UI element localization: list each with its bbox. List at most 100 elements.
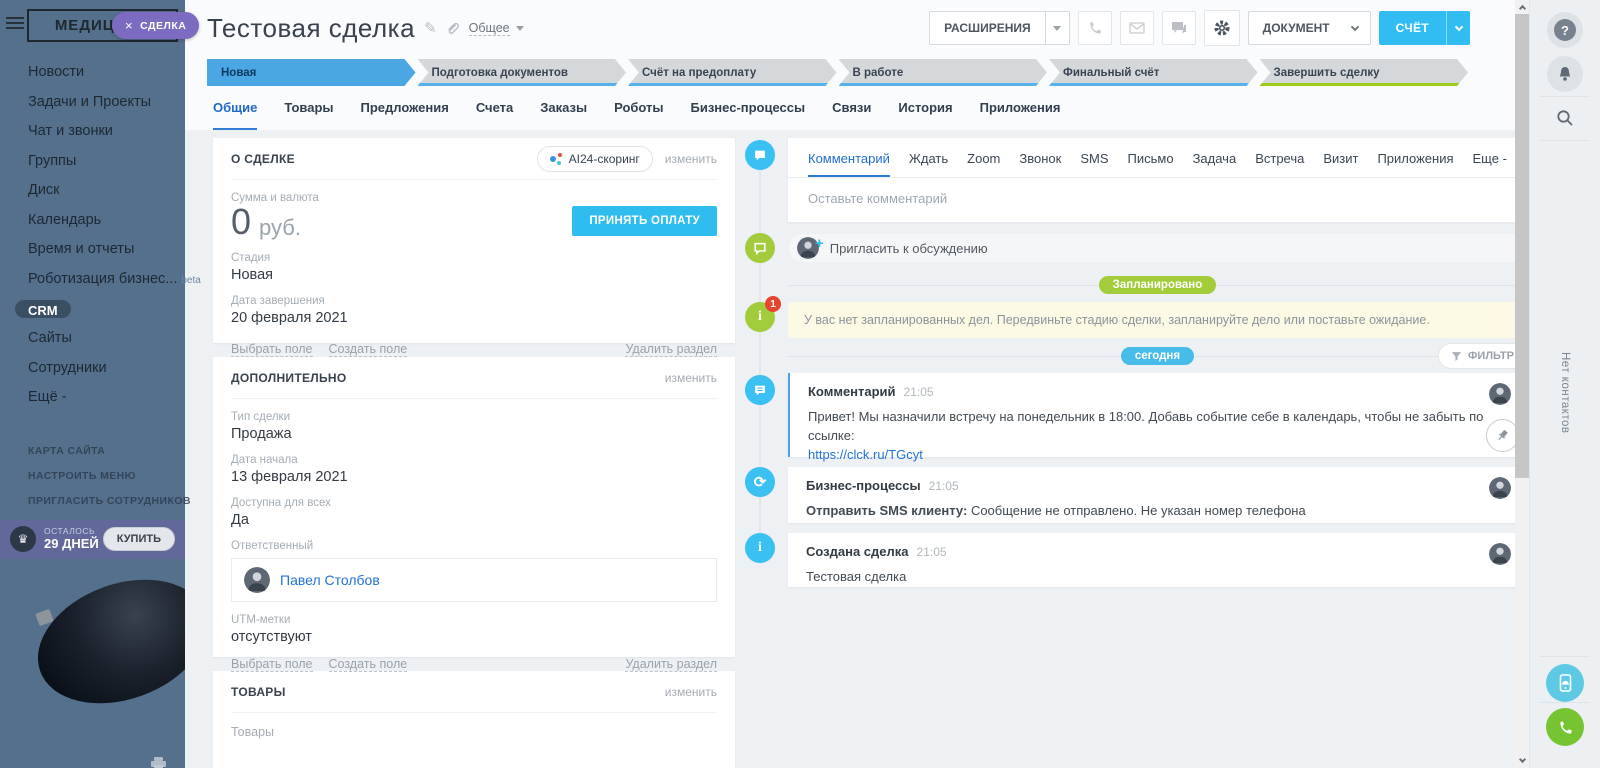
tab-history[interactable]: История: [898, 100, 952, 130]
stage-in-progress[interactable]: В работе: [839, 59, 1048, 86]
compose-tab-call[interactable]: Звонок: [1019, 151, 1061, 177]
business-process-icon: ⟳: [745, 467, 775, 497]
help-button[interactable]: ?: [1547, 12, 1583, 48]
sidebar-item-employees[interactable]: Сотрудники: [28, 360, 185, 376]
comment-input[interactable]: Оставьте комментарий: [788, 178, 1515, 219]
today-separator: сегодня ФИЛЬТР: [788, 347, 1515, 365]
stage-value[interactable]: Новая: [231, 267, 717, 283]
chevron-down-icon[interactable]: [516, 26, 524, 31]
invoice-dropdown[interactable]: [1446, 11, 1470, 45]
scroll-down-arrow[interactable]: [1515, 754, 1529, 768]
stage-new[interactable]: Новая: [207, 59, 416, 86]
add-user-icon[interactable]: +: [815, 235, 824, 252]
tab-orders[interactable]: Заказы: [540, 100, 587, 130]
invoice-button[interactable]: СЧЁТ: [1379, 11, 1470, 45]
compose-tab-sms[interactable]: SMS: [1080, 151, 1108, 177]
search-icon: [1556, 109, 1574, 127]
tab-general[interactable]: Общие: [213, 100, 257, 130]
scrollbar-thumb[interactable]: [1515, 14, 1529, 478]
pin-button[interactable]: [1486, 419, 1515, 452]
invite-employees-link[interactable]: ПРИГЛАСИТЬ СОТРУДНИКОВ: [28, 495, 185, 507]
stage-docs[interactable]: Подготовка документов: [418, 59, 627, 86]
compose-tab-letter[interactable]: Письмо: [1128, 151, 1174, 177]
sidebar-item-calendar[interactable]: Календарь: [28, 212, 185, 228]
sidebar-item-more[interactable]: Ещё -: [28, 389, 185, 405]
edit-additional-link[interactable]: изменить: [665, 371, 717, 385]
configure-menu-link[interactable]: НАСТРОИТЬ МЕНЮ: [28, 470, 185, 482]
email-button[interactable]: [1120, 11, 1154, 45]
compose-tab-zoom[interactable]: Zoom: [967, 151, 1000, 177]
printer-icon[interactable]: [150, 756, 167, 768]
sidebar-item-sites[interactable]: Сайты: [28, 330, 185, 346]
sidebar-item-time-reports[interactable]: Время и отчеты: [28, 241, 185, 257]
create-field-link[interactable]: Создать поле: [329, 342, 408, 357]
notifications-button[interactable]: [1547, 56, 1583, 92]
responsible-user-link[interactable]: Павел Столбов: [280, 572, 380, 588]
call-button[interactable]: [1078, 11, 1112, 45]
tab-products[interactable]: Товары: [284, 100, 333, 130]
settings-gear-icon[interactable]: [1204, 10, 1240, 46]
close-date-value[interactable]: 20 февраля 2021: [231, 310, 717, 326]
sidebar-item-news[interactable]: Новости: [28, 64, 185, 80]
sidebar-item-crm-active[interactable]: CRM: [15, 300, 71, 318]
deal-chip[interactable]: × СДЕЛКА: [112, 12, 199, 39]
deal-chip-label: СДЕЛКА: [140, 20, 186, 32]
mobile-app-button[interactable]: [1546, 664, 1584, 702]
edit-products-link[interactable]: изменить: [665, 685, 717, 699]
extensions-dropdown[interactable]: [1045, 12, 1069, 44]
search-button[interactable]: [1547, 100, 1583, 136]
extensions-button[interactable]: РАСШИРЕНИЯ: [929, 11, 1070, 45]
accept-payment-button[interactable]: ПРИНЯТЬ ОПЛАТУ: [572, 206, 717, 236]
filter-button[interactable]: ФИЛЬТР: [1438, 343, 1515, 369]
compose-tab-more[interactable]: Еще -: [1473, 151, 1507, 177]
ai-scoring-badge[interactable]: AI24-скоринг: [537, 146, 653, 172]
select-field-link[interactable]: Выбрать поле: [231, 342, 313, 357]
sidebar-item-automation[interactable]: Роботизация бизнес...beta: [28, 271, 185, 287]
tab-robots[interactable]: Роботы: [614, 100, 663, 130]
bell-icon: [1557, 66, 1573, 83]
tab-invoices[interactable]: Счета: [476, 100, 513, 130]
tab-links[interactable]: Связи: [832, 100, 871, 130]
compose-tab-wait[interactable]: Ждать: [909, 151, 948, 177]
discussion-bubble-icon: [745, 233, 775, 263]
compose-tab-meeting[interactable]: Встреча: [1255, 151, 1304, 177]
select-field-link[interactable]: Выбрать поле: [231, 657, 313, 672]
create-field-link[interactable]: Создать поле: [329, 657, 408, 672]
tab-business-processes[interactable]: Бизнес-процессы: [691, 100, 806, 130]
delete-section-link[interactable]: Удалить раздел: [625, 657, 717, 672]
deal-category-selector[interactable]: Общее: [469, 21, 510, 36]
vertical-scrollbar[interactable]: [1515, 0, 1529, 768]
available-value[interactable]: Да: [231, 512, 717, 528]
document-button[interactable]: ДОКУМЕНТ: [1248, 11, 1371, 45]
edit-title-icon[interactable]: ✎: [424, 19, 437, 37]
tab-quotes[interactable]: Предложения: [361, 100, 449, 130]
telephony-button[interactable]: [1546, 708, 1584, 746]
compose-tab-visit[interactable]: Визит: [1323, 151, 1358, 177]
close-icon[interactable]: ×: [125, 18, 133, 33]
stage-prepayment[interactable]: Счёт на предоплату: [628, 59, 837, 86]
deal-type-value[interactable]: Продажа: [231, 426, 717, 442]
compose-tab-apps[interactable]: Приложения: [1377, 151, 1453, 177]
sidebar-item-disk[interactable]: Диск: [28, 182, 185, 198]
comment-link[interactable]: https://clck.ru/TGcyt: [808, 447, 923, 462]
sidebar-footer-links: КАРТА САЙТА НАСТРОИТЬ МЕНЮ ПРИГЛАСИТЬ СО…: [0, 419, 185, 507]
tab-apps[interactable]: Приложения: [980, 100, 1061, 130]
invite-discussion-bar[interactable]: + Пригласить к обсуждению: [788, 233, 1515, 263]
stage-final-invoice[interactable]: Финальный счёт: [1049, 59, 1258, 86]
scroll-up-arrow[interactable]: [1515, 0, 1529, 14]
edit-about-link[interactable]: изменить: [665, 152, 717, 166]
buy-button[interactable]: КУПИТЬ: [103, 527, 175, 551]
delete-section-link[interactable]: Удалить раздел: [625, 342, 717, 357]
compose-tab-comment[interactable]: Комментарий: [808, 151, 890, 177]
paperclip-icon[interactable]: [446, 21, 459, 35]
sidebar-item-chat[interactable]: Чат и звонки: [28, 123, 185, 139]
stage-close-deal[interactable]: Завершить сделку: [1260, 59, 1469, 86]
sidebar-item-groups[interactable]: Группы: [28, 153, 185, 169]
sitemap-link[interactable]: КАРТА САЙТА: [28, 445, 185, 457]
sidebar-item-tasks[interactable]: Задачи и Проекты: [28, 94, 185, 110]
start-date-value[interactable]: 13 февраля 2021: [231, 469, 717, 485]
hamburger-menu-icon[interactable]: [6, 17, 24, 32]
compose-tab-task[interactable]: Задача: [1193, 151, 1237, 177]
chat-button[interactable]: [1162, 11, 1196, 45]
sum-value[interactable]: 0: [231, 204, 251, 240]
